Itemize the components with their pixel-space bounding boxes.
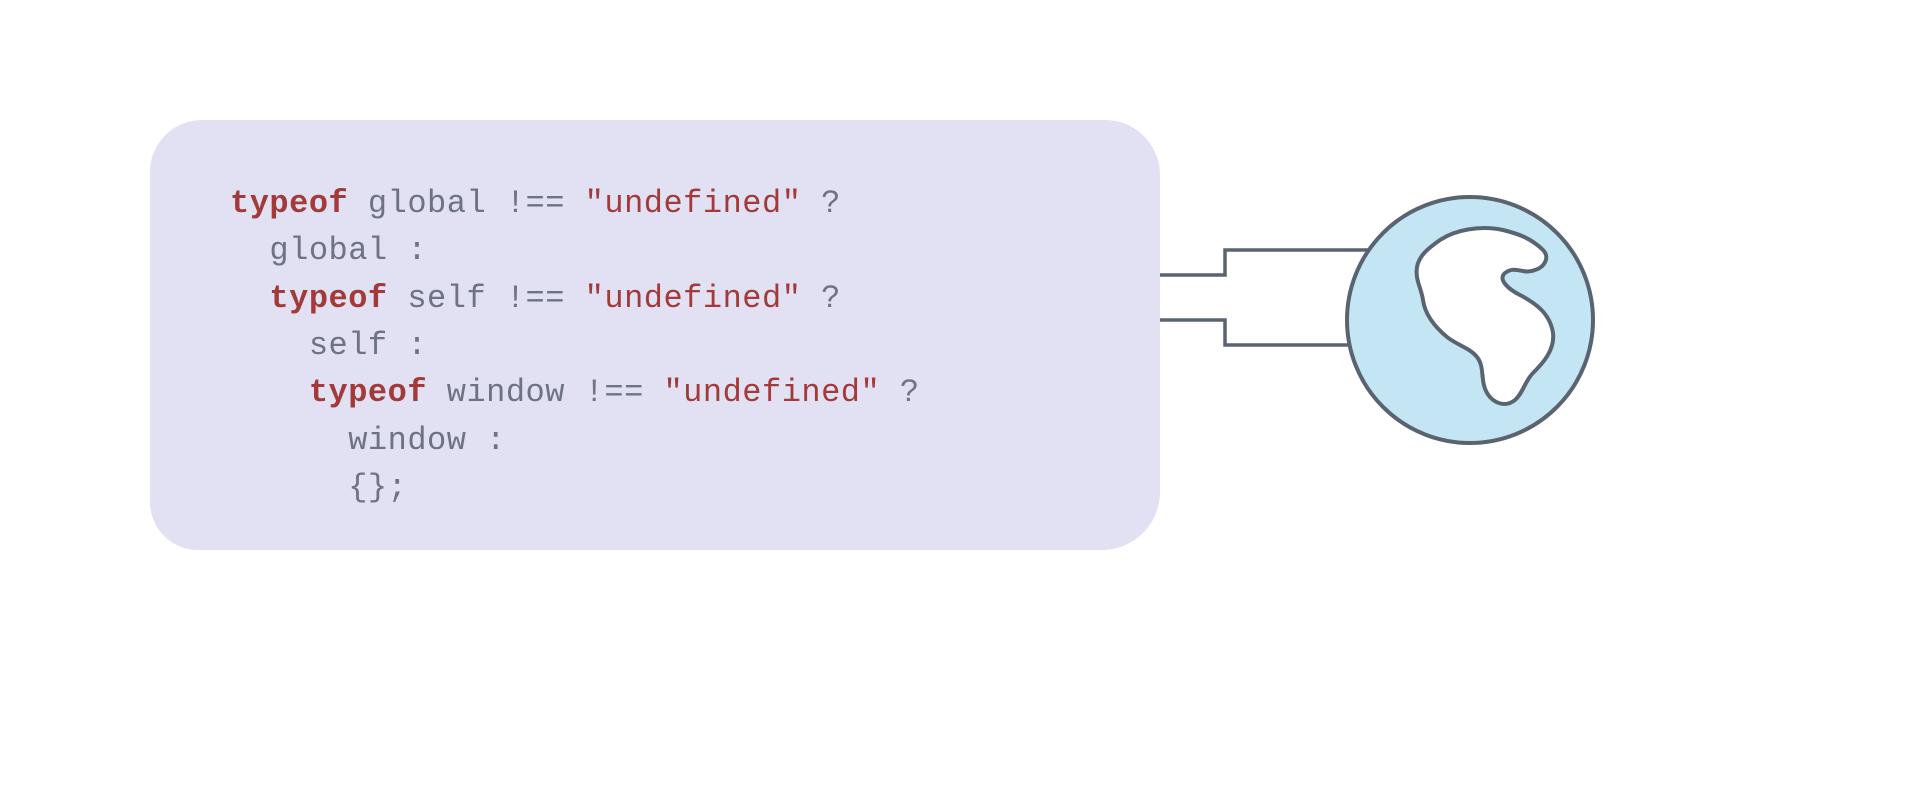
space [801,280,821,317]
indent [230,422,348,459]
keyword-typeof: typeof [269,280,387,317]
keyword-typeof: typeof [309,374,427,411]
string-undefined: "undefined" [663,374,880,411]
diagram-stage: typeof global !== "undefined" ? global :… [0,0,1908,793]
space [348,185,368,222]
code-block: typeof global !== "undefined" ? global :… [230,180,1120,512]
space [486,185,506,222]
operator-neq: !== [585,374,644,411]
identifier-window: window [348,422,466,459]
space [565,280,585,317]
space [880,374,900,411]
globe-icon [1345,195,1595,445]
space [466,422,486,459]
space [565,374,585,411]
space [486,280,506,317]
identifier-self: self [407,280,486,317]
operator-colon: : [486,422,506,459]
code-card: typeof global !== "undefined" ? global :… [150,120,1160,550]
globe-landmass [1345,195,1595,445]
identifier-global: global [269,232,387,269]
space [388,232,408,269]
literal-empty-object: {}; [348,469,407,506]
identifier-window: window [447,374,565,411]
operator-neq: !== [506,280,565,317]
operator-colon: : [407,232,427,269]
indent [230,469,348,506]
operator-colon: : [407,327,427,364]
indent [230,374,309,411]
operator-ternary-q: ? [900,374,920,411]
space [565,185,585,222]
operator-ternary-q: ? [821,185,841,222]
operator-neq: !== [506,185,565,222]
identifier-global: global [368,185,486,222]
string-undefined: "undefined" [585,185,802,222]
space [388,280,408,317]
string-undefined: "undefined" [585,280,802,317]
indent [230,232,269,269]
space [644,374,664,411]
keyword-typeof: typeof [230,185,348,222]
indent [230,327,309,364]
space [801,185,821,222]
space [427,374,447,411]
space [388,327,408,364]
identifier-self: self [309,327,388,364]
indent [230,280,269,317]
operator-ternary-q: ? [821,280,841,317]
